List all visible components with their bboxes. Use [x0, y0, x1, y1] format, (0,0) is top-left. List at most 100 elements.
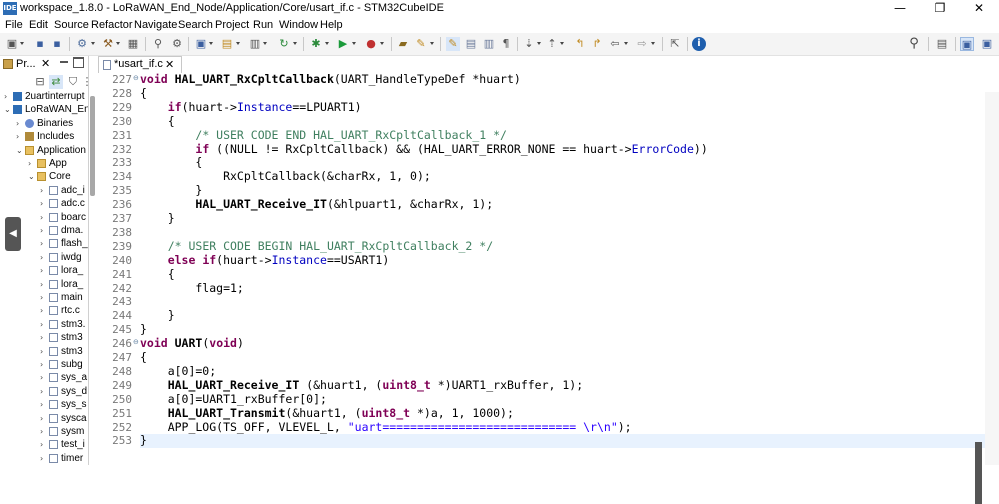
explorer-scrollbar[interactable]: [90, 90, 95, 465]
editor-scrollbar[interactable]: [973, 92, 985, 504]
editor-scrollbar-thumb[interactable]: [975, 442, 982, 504]
tree-item[interactable]: › adc.c: [40, 197, 85, 210]
forward-edit-icon[interactable]: ↱: [590, 37, 604, 51]
expand-chevron-icon[interactable]: ›: [40, 425, 48, 438]
tree-item[interactable]: › main: [40, 291, 83, 304]
debug-icon[interactable]: ✱: [309, 37, 323, 51]
toggle-mark-icon[interactable]: ▤: [464, 37, 478, 51]
code-line[interactable]: 239 /* USER CODE BEGIN HAL_UART_RxCpltCa…: [96, 239, 999, 254]
code-line[interactable]: 251 HAL_UART_Transmit(&huart1, (uint8_t …: [96, 406, 999, 421]
expand-chevron-icon[interactable]: ›: [28, 157, 36, 170]
code-line[interactable]: 228 {: [96, 86, 999, 101]
tree-item[interactable]: ⌄ LoRaWAN_End_: [4, 103, 88, 116]
collapse-all-icon[interactable]: ⊟: [33, 75, 47, 89]
filter-icon[interactable]: ⛉: [66, 75, 80, 89]
expand-chevron-icon[interactable]: ›: [40, 211, 48, 224]
tree-item[interactable]: › rtc.c: [40, 304, 80, 317]
tree-item[interactable]: › test_i: [40, 438, 85, 451]
tree-item[interactable]: › boarc: [40, 211, 86, 224]
expand-chevron-icon[interactable]: ›: [40, 264, 48, 277]
tree-item[interactable]: › lora_: [40, 278, 83, 291]
menu-source[interactable]: Source: [54, 19, 89, 31]
close-button[interactable]: ✕: [959, 0, 999, 18]
code-line[interactable]: 240 else if(huart->Instance==USART1): [96, 253, 999, 268]
code-line[interactable]: 248 a[0]=0;: [96, 364, 999, 379]
expand-chevron-icon[interactable]: ›: [40, 412, 48, 425]
code-line[interactable]: 238: [96, 226, 999, 240]
info-icon[interactable]: i: [692, 37, 706, 51]
expand-chevron-icon[interactable]: ›: [40, 237, 48, 250]
new-icon[interactable]: ▣: [5, 37, 19, 51]
expand-chevron-icon[interactable]: ⌄: [16, 144, 24, 157]
save-all-icon[interactable]: ▪: [50, 37, 64, 51]
menu-help[interactable]: Help: [320, 19, 343, 31]
new-file-icon[interactable]: ▥: [248, 37, 262, 51]
close-icon[interactable]: ✕: [41, 57, 50, 70]
search-file-icon[interactable]: ⚲: [151, 37, 165, 51]
debug-settings-icon[interactable]: ⚙: [170, 37, 184, 51]
expand-chevron-icon[interactable]: ›: [40, 452, 48, 465]
tree-item[interactable]: › stm3.: [40, 318, 85, 331]
code-line[interactable]: 249 HAL_UART_Receive_IT (&huart1, (uint8…: [96, 378, 999, 393]
code-line[interactable]: 227 ⊖ void HAL_UART_RxCpltCallback(UART_Ha…: [96, 72, 999, 87]
code-line[interactable]: 229 if(huart->Instance==LPUART1): [96, 100, 999, 115]
view-menu-icon[interactable]: ⋮: [80, 75, 89, 89]
show-whitespace-icon[interactable]: ¶: [499, 37, 513, 51]
code-line[interactable]: 242 flag=1;: [96, 281, 999, 296]
tree-item[interactable]: › subg: [40, 358, 83, 371]
expand-chevron-icon[interactable]: ›: [40, 345, 48, 358]
block-select-icon[interactable]: ▥: [482, 37, 496, 51]
code-text-area[interactable]: 227 ⊖ void HAL_UART_RxCpltCallback(UART_Ha…: [96, 72, 999, 465]
expand-chevron-icon[interactable]: ›: [40, 438, 48, 451]
fold-toggle-icon[interactable]: ⊖: [133, 338, 139, 346]
new-project-icon[interactable]: ▣: [194, 37, 208, 51]
expand-chevron-icon[interactable]: ›: [40, 371, 48, 384]
code-line[interactable]: 233 {: [96, 155, 999, 170]
fold-toggle-icon[interactable]: ⊖: [133, 74, 139, 82]
expand-chevron-icon[interactable]: ›: [40, 224, 48, 237]
expand-chevron-icon[interactable]: ›: [4, 90, 12, 103]
tree-item[interactable]: › Includes: [16, 130, 74, 143]
refresh-icon[interactable]: ↻: [277, 37, 291, 51]
wand-icon[interactable]: ✎: [414, 37, 428, 51]
code-line[interactable]: 244 }: [96, 308, 999, 323]
tree-item[interactable]: › timer: [40, 452, 83, 465]
expand-chevron-icon[interactable]: ›: [40, 331, 48, 344]
code-line[interactable]: 234 RxCpltCallback(&charRx, 1, 0);: [96, 169, 999, 184]
link-editor-icon[interactable]: ⇄: [49, 75, 63, 89]
open-perspective-icon[interactable]: ⇱: [668, 37, 682, 51]
expand-chevron-icon[interactable]: ›: [40, 304, 48, 317]
collapse-panel-button[interactable]: ◀: [5, 217, 21, 251]
editor-tab-usart-if[interactable]: *usart_if.c ✕: [98, 56, 182, 73]
next-annotation-icon[interactable]: ⇣: [522, 37, 536, 51]
tree-item[interactable]: › stm3: [40, 331, 83, 344]
tree-item[interactable]: › sys_s: [40, 398, 87, 411]
expand-chevron-icon[interactable]: ›: [40, 318, 48, 331]
menu-file[interactable]: File: [5, 19, 23, 31]
code-line[interactable]: 245}: [96, 322, 999, 337]
expand-chevron-icon[interactable]: ›: [40, 184, 48, 197]
build-icon[interactable]: ⚒: [101, 37, 115, 51]
external-tools-icon[interactable]: ●: [364, 37, 378, 51]
minimize-button[interactable]: —: [880, 0, 920, 18]
tree-item[interactable]: › stm3: [40, 345, 83, 358]
menu-window[interactable]: Window: [279, 19, 318, 31]
tree-item[interactable]: › lora_: [40, 264, 83, 277]
minimize-view-icon[interactable]: [60, 61, 68, 63]
code-line[interactable]: 237 }: [96, 211, 999, 226]
tree-item[interactable]: › adc_i: [40, 184, 85, 197]
device-config-perspective-icon[interactable]: ▣: [980, 37, 994, 51]
code-line[interactable]: 253}: [96, 433, 999, 449]
tree-item[interactable]: ⌄ Core: [28, 170, 71, 183]
code-line[interactable]: 235 }: [96, 183, 999, 198]
menu-project[interactable]: Project: [215, 19, 249, 31]
run-icon[interactable]: ▶: [336, 37, 350, 51]
back-icon[interactable]: ⇦: [608, 37, 622, 51]
code-line[interactable]: 230 {: [96, 114, 999, 129]
highlight-icon[interactable]: ✎: [446, 37, 460, 51]
tree-item[interactable]: › flash_: [40, 237, 88, 250]
menu-run[interactable]: Run: [253, 19, 273, 31]
tree-item[interactable]: › 2uartinterrupt: [4, 90, 84, 103]
code-line[interactable]: 243: [96, 295, 999, 309]
tree-item[interactable]: › iwdg: [40, 251, 82, 264]
